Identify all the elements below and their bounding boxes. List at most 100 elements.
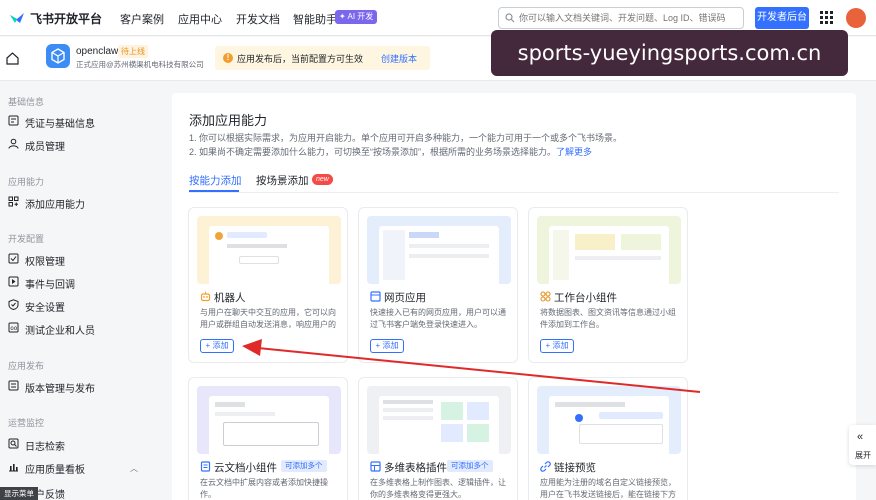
card-title: 工作台小组件 (554, 292, 617, 304)
double-chevron-left-icon: « (857, 431, 864, 443)
link-preview-image (537, 386, 681, 454)
table-icon (370, 461, 381, 472)
sidebar-item-label: 应用质量看板 (25, 465, 85, 476)
widget-preview-image (537, 216, 681, 284)
learn-more-link[interactable]: 了解更多 (556, 147, 592, 157)
card-title: 链接预览 (554, 462, 596, 474)
add-bot-button[interactable]: + 添加 (200, 339, 234, 353)
base-plugin-preview-window (379, 396, 499, 454)
capability-card-web-app[interactable]: 网页应用 快速接入已有的网页应用，用户可以通过飞书客户端免登录快速进入。 + 添… (358, 207, 518, 363)
capability-card-workplace-widget[interactable]: 工作台小组件 将数据图表、图文资讯等信息通过小组件添加到工作台。 + 添加 (528, 207, 688, 363)
sidebar-item-log-search[interactable]: 日志检索 (0, 434, 150, 454)
sidebar-item-members[interactable]: 成员管理 (0, 134, 150, 154)
search-icon (505, 13, 515, 23)
shield-icon (8, 299, 19, 310)
sidebar-group-capabilities: 应用能力 (8, 177, 45, 187)
home-icon[interactable] (6, 52, 19, 65)
card-title: 多维表格插件 (384, 462, 447, 474)
page-title: 添加应用能力 (189, 113, 268, 128)
bot-preview-window (209, 226, 329, 284)
link-preview-window (549, 396, 669, 454)
sidebar-group-dev-config: 开发配置 (8, 234, 45, 244)
sidebar-item-label: 日志检索 (25, 442, 65, 453)
bot-preview-image (197, 216, 341, 284)
capability-card-base-plugin[interactable]: 多维表格插件 可添加多个 在多维表格上制作图表、逻辑插件，让你的多维表格变得更强… (358, 377, 518, 500)
sidebar-item-versions[interactable]: 版本管理与发布 (0, 376, 150, 396)
multi-add-tag: 可添加多个 (447, 460, 493, 472)
capability-card-doc-widget[interactable]: 云文档小组件 可添加多个 在云文档中扩展内容或者添加快捷操作。 (188, 377, 348, 500)
sidebar-item-label: 添加应用能力 (25, 200, 85, 211)
description-line-2-text: 2. 如果尚不确定需要添加什么能力，可切换至“按场景添加”，根据所需的业务场景选… (189, 147, 557, 157)
widget-icon (540, 291, 551, 302)
base-plugin-preview-image (367, 386, 511, 454)
feishu-logo-icon[interactable] (8, 9, 26, 27)
new-badge: new (312, 174, 333, 185)
card-description: 应用能为注册的域名自定义链接预览，用户在飞书发送链接后，能在链接下方展… (540, 478, 676, 499)
test-icon: oo (8, 322, 19, 333)
watermark-banner: sports-yueyingsports.com.cn (491, 30, 848, 76)
capability-card-link-preview[interactable]: 链接预览 应用能为注册的域名自定义链接预览，用户在飞书发送链接后，能在链接下方展… (528, 377, 688, 500)
capability-card-bot[interactable]: 机器人 与用户在聊天中交互的应用，它可以向用户或群组自动发送消息，响应用户的消…… (188, 207, 348, 363)
svg-text:oo: oo (10, 325, 18, 332)
user-icon (8, 138, 19, 149)
widget-preview-window (549, 226, 669, 284)
search-input[interactable] (519, 11, 739, 25)
document-icon (200, 461, 211, 472)
doc-search-box[interactable] (498, 7, 744, 29)
credential-icon (8, 115, 19, 126)
notice-text: 应用发布后，当前配置方可生效 (237, 54, 364, 64)
chevron-up-icon[interactable]: ︿ (130, 463, 138, 474)
create-version-link[interactable]: 创建版本 (381, 52, 417, 65)
show-menu-tooltip: 显示菜单 (0, 487, 38, 500)
sidebar-group-basic: 基础信息 (8, 97, 45, 107)
expand-panel-tab[interactable]: « 展开 (849, 425, 876, 465)
sidebar-item-label: 安全设置 (25, 303, 65, 314)
card-description: 快速接入已有的网页应用，用户可以通过飞书客户端免登录快速进入。 (370, 308, 506, 329)
web-app-preview-image (367, 216, 511, 284)
robot-icon (200, 291, 211, 302)
status-badge: 待上线 (118, 45, 148, 58)
warning-icon: ! (223, 53, 233, 63)
nav-dev-docs[interactable]: 开发文档 (236, 11, 280, 27)
nav-app-center[interactable]: 应用中心 (178, 11, 222, 27)
sidebar-item-security[interactable]: 安全设置 (0, 295, 150, 315)
app-company: 正式应用@苏州横渠机电科技有限公司 (76, 60, 204, 69)
card-title: 网页应用 (384, 292, 426, 304)
sidebar-item-label: 权限管理 (25, 257, 65, 268)
doc-widget-preview-image (197, 386, 341, 454)
publish-notice: ! 应用发布后，当前配置方可生效 创建版本 (215, 46, 430, 70)
sidebar-item-label: 凭证与基础信息 (25, 119, 95, 130)
nav-customer-cases[interactable]: 客户案例 (120, 11, 164, 27)
sidebar-item-test-tenants[interactable]: oo 测试企业和人员 (0, 318, 150, 338)
capability-grid-icon (8, 196, 19, 207)
add-web-app-button[interactable]: + 添加 (370, 339, 404, 353)
card-description: 在云文档中扩展内容或者添加快捷操作。 (200, 478, 328, 499)
expand-label: 展开 (855, 451, 871, 460)
app-cube-icon (46, 44, 70, 68)
sidebar-group-release: 应用发布 (8, 361, 45, 371)
add-widget-button[interactable]: + 添加 (540, 339, 574, 353)
sidebar-item-events[interactable]: 事件与回调 (0, 272, 150, 292)
card-title: 机器人 (214, 292, 246, 304)
dashboard-icon (9, 464, 18, 472)
link-icon (540, 461, 551, 472)
sidebar-item-quality-dashboard[interactable]: 应用质量看板 ︿ (0, 457, 150, 477)
app-grid-icon[interactable] (820, 11, 833, 24)
tab-by-scenario[interactable]: 按场景添加 (256, 173, 309, 188)
web-page-icon (370, 291, 381, 302)
brand-name[interactable]: 飞书开放平台 (30, 10, 102, 27)
web-app-preview-window (379, 226, 499, 284)
sidebar-item-permissions[interactable]: 权限管理 (0, 249, 150, 269)
sidebar-item-label: 版本管理与发布 (25, 384, 95, 395)
event-icon (8, 276, 19, 287)
sidebar-group-monitoring: 运营监控 (8, 418, 45, 428)
user-avatar[interactable] (846, 8, 866, 28)
sidebar-item-add-capability[interactable]: 添加应用能力 (0, 192, 150, 212)
developer-console-button[interactable]: 开发者后台 (755, 7, 809, 29)
description-line-1: 1. 你可以根据实际需求，为应用开启能力。单个应用可开启多种能力，一个能力可用于… (189, 133, 623, 143)
tab-by-capability[interactable]: 按能力添加 (189, 173, 242, 188)
nav-ai-assistant[interactable]: 智能助手 (293, 11, 337, 27)
sidebar-item-credentials[interactable]: 凭证与基础信息 (0, 111, 150, 131)
version-icon (8, 380, 19, 391)
card-description: 在多维表格上制作图表、逻辑插件，让你的多维表格变得更强大。 (370, 478, 506, 499)
